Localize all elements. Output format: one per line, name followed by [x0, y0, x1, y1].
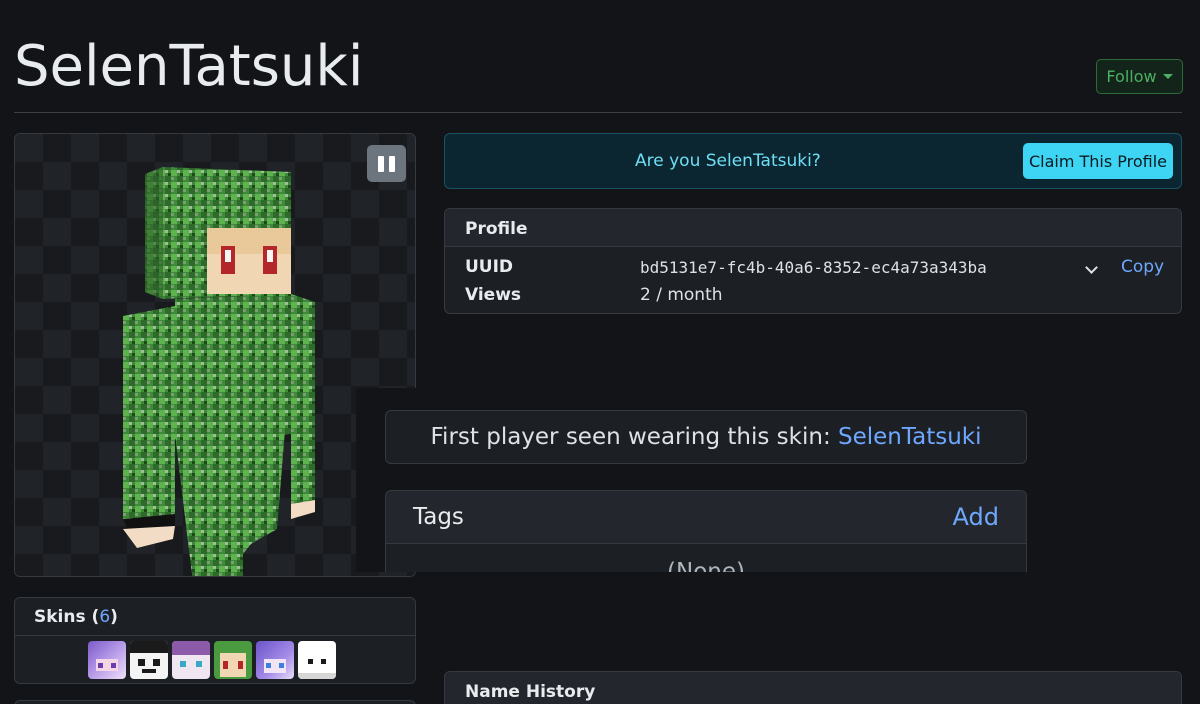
- skin-thumbnail[interactable]: [256, 641, 294, 679]
- copy-uuid-link[interactable]: Copy: [1121, 257, 1164, 277]
- skins-header: Skins (6): [15, 598, 415, 636]
- skin-thumbnail[interactable]: [88, 641, 126, 679]
- name-history-card: Name History: [444, 671, 1182, 704]
- page-title: SelenTatsuki: [14, 34, 364, 99]
- pause-icon-bar: [389, 155, 395, 172]
- claim-question: Are you SelenTatsuki?: [635, 151, 821, 171]
- next-card: [14, 700, 416, 704]
- follow-label: Follow: [1106, 67, 1157, 86]
- name-history-title: Name History: [465, 682, 596, 702]
- first-seen-player-link[interactable]: SelenTatsuki: [838, 424, 982, 450]
- skins-title: Skins (6): [34, 607, 118, 627]
- skins-title-text: Skins: [34, 607, 86, 627]
- first-seen-text: First player seen wearing this skin: Sel…: [386, 424, 1026, 450]
- views-value: 2 / month: [640, 285, 723, 305]
- profile-card-title: Profile: [465, 219, 528, 239]
- pause-button[interactable]: [367, 145, 406, 182]
- skins-card: Skins (6): [14, 597, 416, 684]
- chevron-down-icon[interactable]: [1085, 261, 1098, 274]
- skin-thumbnail[interactable]: [130, 641, 168, 679]
- skin-thumbnail[interactable]: [298, 641, 336, 679]
- skin-thumbnail[interactable]: [214, 641, 252, 679]
- first-seen-card: First player seen wearing this skin: Sel…: [385, 410, 1027, 464]
- add-tag-link[interactable]: Add: [953, 503, 999, 531]
- claim-profile-button[interactable]: Claim This Profile: [1023, 143, 1173, 179]
- name-history-header: Name History: [445, 672, 1181, 704]
- skin-thumbnails: [88, 641, 336, 679]
- title-divider: [14, 112, 1182, 113]
- views-label: Views: [465, 285, 522, 305]
- profile-card-header: Profile: [445, 209, 1181, 247]
- first-seen-prefix: First player seen wearing this skin:: [430, 424, 838, 450]
- uuid-value: bd5131e7-fc4b-40a6-8352-ec4a73a343ba: [640, 258, 987, 277]
- tags-empty-text: (None): [667, 559, 745, 572]
- caret-down-icon: [1162, 74, 1173, 79]
- follow-button[interactable]: Follow: [1096, 59, 1183, 94]
- tags-title: Tags: [413, 504, 464, 530]
- tags-card: Tags Add (None): [385, 490, 1027, 572]
- skin-thumbnail[interactable]: [172, 641, 210, 679]
- tags-header: Tags Add: [386, 491, 1026, 544]
- profile-card: Profile UUID bd5131e7-fc4b-40a6-8352-ec4…: [444, 208, 1182, 314]
- claim-banner: Are you SelenTatsuki? Claim This Profile: [444, 133, 1182, 189]
- skins-count[interactable]: 6: [99, 607, 110, 627]
- pause-icon: [378, 155, 384, 172]
- uuid-label: UUID: [465, 257, 514, 277]
- skins-count-close: ): [110, 607, 118, 627]
